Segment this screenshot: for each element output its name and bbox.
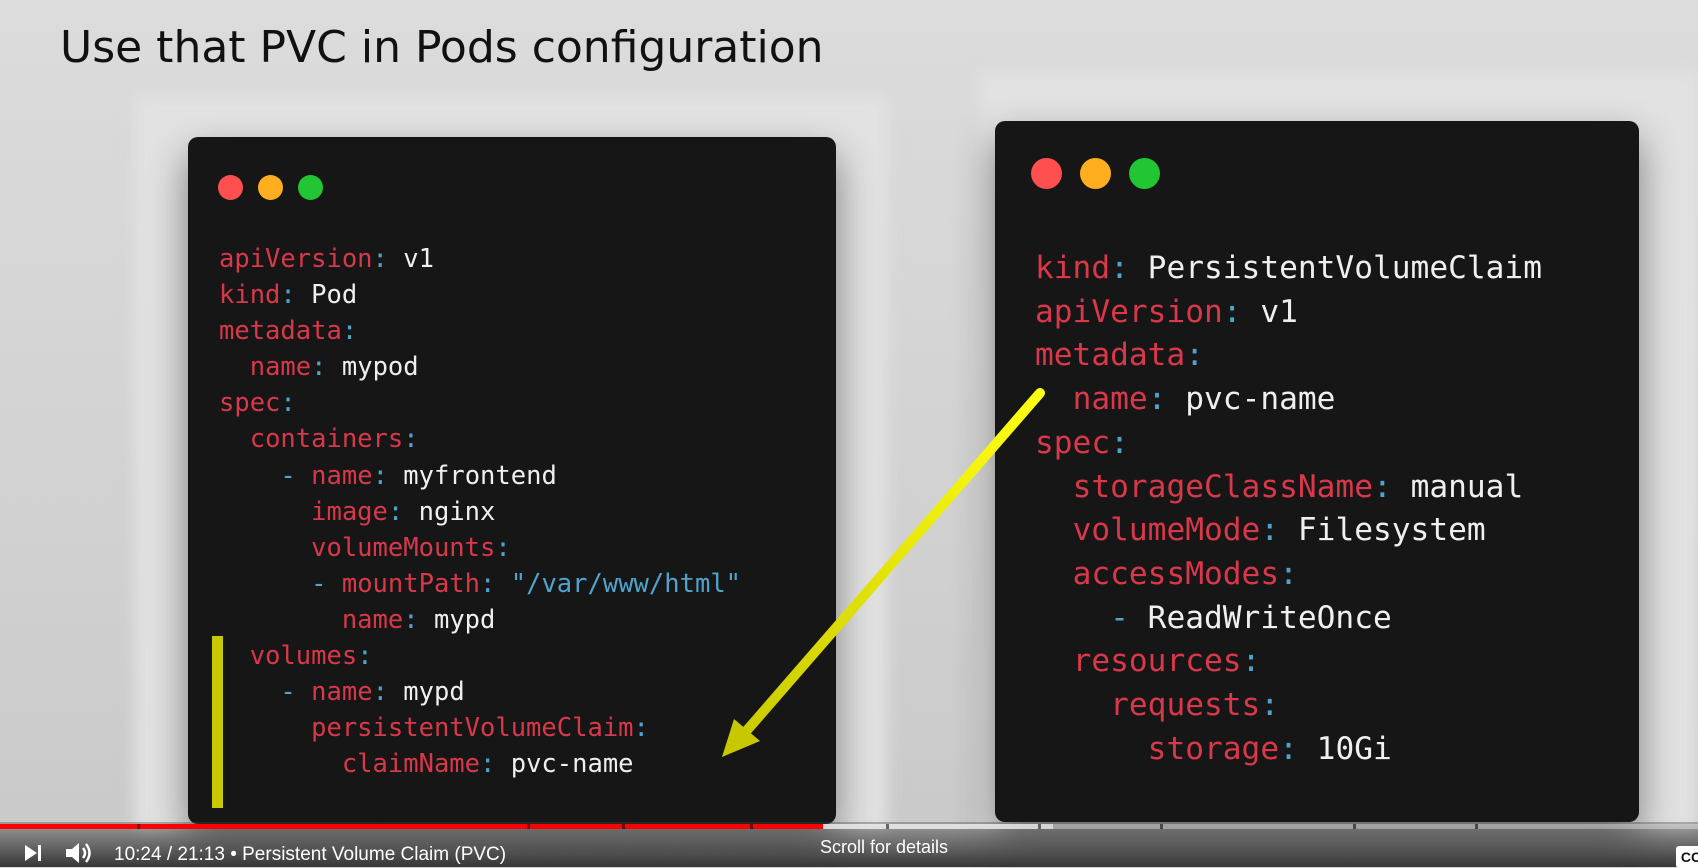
chapter-marker — [1038, 824, 1041, 829]
chapter-marker — [622, 824, 625, 829]
chapter-marker — [1160, 824, 1163, 829]
chapter-marker — [1353, 824, 1356, 829]
progress-bar[interactable] — [0, 824, 1698, 829]
chapter-marker — [886, 824, 889, 829]
annotation-arrow-shaft — [737, 388, 1045, 741]
volume-icon[interactable] — [64, 840, 96, 866]
chapter-marker — [750, 824, 753, 829]
progress-played — [0, 824, 824, 829]
chapter-marker — [1475, 824, 1478, 829]
chapter-marker — [527, 824, 530, 829]
annotation-layer — [212, 388, 1045, 808]
next-track-icon[interactable] — [22, 842, 44, 864]
scroll-for-details[interactable]: Scroll for details — [820, 837, 948, 858]
chapter-marker — [137, 824, 140, 829]
time-display: 10:24 / 21:13 • Persistent Volume Claim … — [114, 844, 507, 865]
closed-captions-button[interactable]: CC — [1676, 846, 1698, 868]
highlight-bar — [212, 636, 223, 808]
